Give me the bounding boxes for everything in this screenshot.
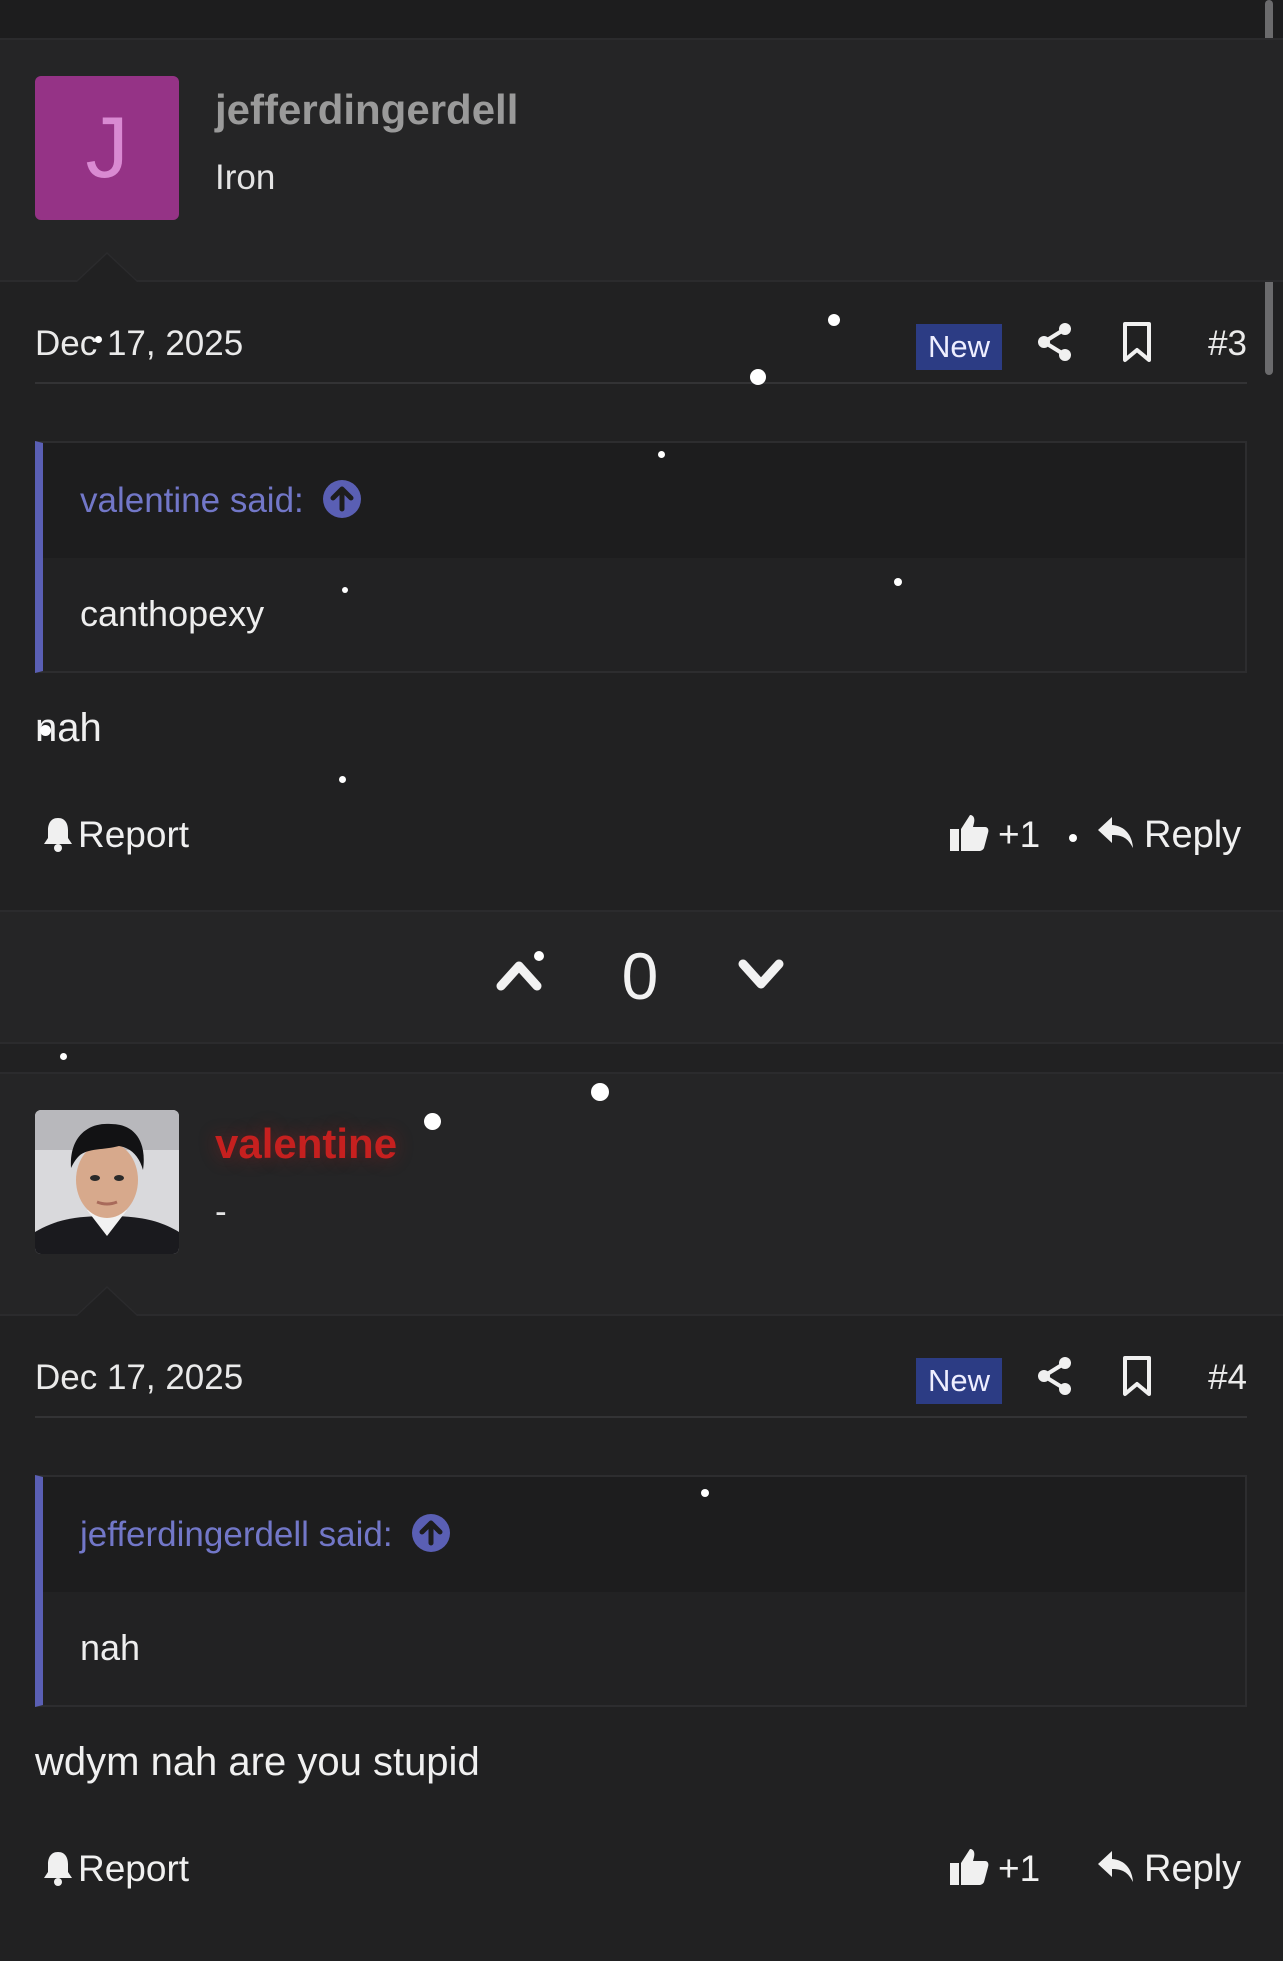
snow-particle bbox=[342, 587, 348, 593]
arrow-up-circle-icon[interactable] bbox=[411, 1513, 451, 1553]
bookmark-icon[interactable] bbox=[1117, 320, 1157, 364]
new-badge: New bbox=[915, 1358, 1002, 1404]
snow-particle bbox=[534, 951, 544, 961]
quote-author-link[interactable]: jefferdingerdell said: bbox=[80, 1513, 451, 1557]
bell-icon bbox=[44, 1852, 72, 1887]
snow-particle bbox=[658, 451, 665, 458]
user-block: J jefferdingerdell Iron bbox=[0, 38, 1283, 282]
user-title: - bbox=[215, 1192, 227, 1231]
new-badge: New bbox=[915, 324, 1002, 370]
snow-particle bbox=[95, 336, 102, 343]
top-strip bbox=[0, 0, 1283, 40]
snow-particle bbox=[828, 314, 840, 326]
reply-button[interactable]: Reply bbox=[1096, 814, 1241, 857]
quote-header: jefferdingerdell said: bbox=[43, 1477, 1245, 1592]
snow-particle bbox=[1069, 834, 1077, 842]
bookmark-icon[interactable] bbox=[1117, 1354, 1157, 1398]
vote-count: 0 bbox=[621, 939, 659, 1013]
snow-particle bbox=[701, 1489, 709, 1497]
snow-particle bbox=[591, 1083, 609, 1101]
user-block-pointer bbox=[75, 252, 139, 282]
snow-particle bbox=[424, 1113, 441, 1130]
reply-arrow-icon bbox=[1098, 1850, 1133, 1882]
quote-block: jefferdingerdell said: nah bbox=[35, 1475, 1247, 1707]
avatar[interactable]: J bbox=[35, 76, 179, 220]
share-icon[interactable] bbox=[1033, 1354, 1077, 1398]
post-number[interactable]: #3 bbox=[1208, 324, 1247, 364]
quote-text: nah bbox=[80, 1627, 141, 1668]
quote-text: canthopexy bbox=[80, 593, 265, 634]
user-title: Iron bbox=[215, 158, 276, 197]
snow-particle bbox=[60, 1053, 67, 1060]
thumbs-up-icon bbox=[950, 815, 989, 852]
quote-block: valentine said: canthopexy bbox=[35, 441, 1247, 673]
user-block-pointer bbox=[75, 1286, 139, 1316]
post-date[interactable]: Dec 17, 2025 bbox=[35, 324, 243, 364]
like-button[interactable]: +1 bbox=[948, 1848, 1040, 1892]
post-meta: Dec 17, 2025 New #4 bbox=[35, 1336, 1247, 1418]
username[interactable]: jefferdingerdell bbox=[215, 86, 518, 134]
arrow-up-circle-icon[interactable] bbox=[322, 479, 362, 519]
username[interactable]: valentine bbox=[215, 1120, 397, 1168]
user-block: valentine - bbox=[0, 1072, 1283, 1316]
share-icon[interactable] bbox=[1033, 320, 1077, 364]
snow-particle bbox=[750, 369, 766, 385]
like-button[interactable]: +1 bbox=[948, 814, 1040, 858]
report-button[interactable]: Report bbox=[42, 1848, 189, 1890]
report-button[interactable]: Report bbox=[42, 814, 189, 856]
snow-particle bbox=[894, 578, 902, 586]
bell-icon bbox=[44, 818, 72, 853]
thumbs-up-icon bbox=[950, 1849, 989, 1886]
post-meta: Dec 17, 2025 New #3 bbox=[35, 302, 1247, 384]
post-message: wdym nah are you stupid bbox=[35, 1740, 480, 1784]
chevron-down-icon[interactable] bbox=[738, 954, 784, 994]
post-number[interactable]: #4 bbox=[1208, 1358, 1247, 1398]
snow-particle bbox=[339, 776, 346, 783]
quote-author-link[interactable]: valentine said: bbox=[80, 479, 362, 523]
snow-particle bbox=[40, 725, 51, 736]
post-date[interactable]: Dec 17, 2025 bbox=[35, 1358, 243, 1398]
reply-arrow-icon bbox=[1098, 816, 1133, 848]
reply-button[interactable]: Reply bbox=[1096, 1848, 1241, 1891]
avatar-photo bbox=[35, 1110, 179, 1254]
avatar[interactable] bbox=[35, 1110, 179, 1254]
vote-bar: 0 bbox=[0, 910, 1283, 1044]
quote-header: valentine said: bbox=[43, 443, 1245, 558]
